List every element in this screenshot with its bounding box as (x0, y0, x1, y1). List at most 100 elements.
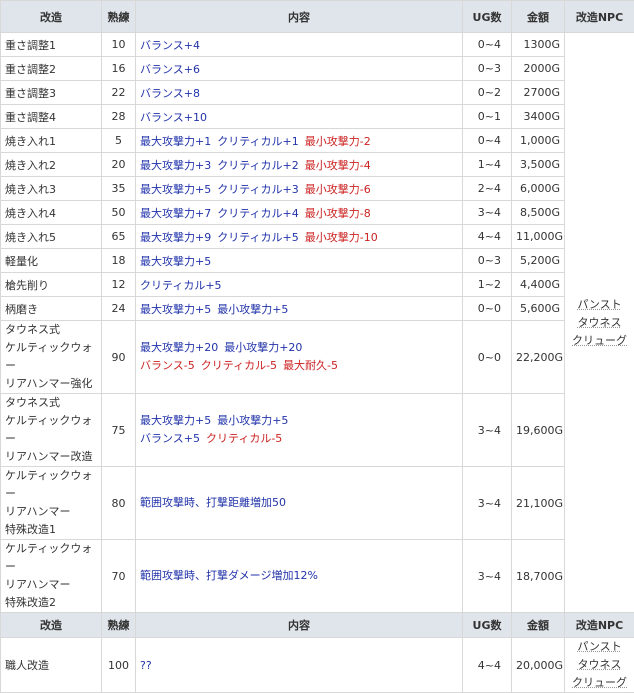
content-part: 最小攻撃力-2 (305, 135, 371, 148)
cell-gold: 18,700G (512, 540, 565, 613)
mod-name-line: リアハンマー (5, 578, 71, 591)
content-part: 範囲攻撃時、打撃ダメージ増加12% (140, 569, 318, 582)
npc-link-2[interactable]: タウネス (578, 316, 622, 329)
cell-ug: 2~4 (463, 177, 512, 201)
mod-name-line: ケルティックウォー (5, 341, 92, 372)
table-body-section2: 改造 熟練 内容 UG数 金額 改造NPC 職人改造 100 ?? 4~4 20… (1, 613, 634, 693)
cell-mod-name: 重さ調整4 (1, 105, 102, 129)
cell-skill: 100 (102, 638, 136, 693)
cell-ug: 0~3 (463, 249, 512, 273)
cell-mod-name: 柄磨き (1, 297, 102, 321)
mod-name-line: 特殊改造2 (5, 596, 56, 609)
cell-ug: 1~2 (463, 273, 512, 297)
table-row: 焼き入れ335最大攻撃力+5クリティカル+3最小攻撃力-62~46,000G (1, 177, 634, 201)
mod-name-line: ケルティックウォー (5, 542, 92, 573)
col-header-ug: UG数 (463, 1, 512, 33)
cell-mod-name: 焼き入れ3 (1, 177, 102, 201)
cell-mod-name: 焼き入れ5 (1, 225, 102, 249)
cell-gold: 22,200G (512, 321, 565, 394)
cell-gold: 8,500G (512, 201, 565, 225)
content-part: バランス+6 (140, 63, 200, 76)
cell-npc: パンストタウネスクリューグ (565, 33, 634, 613)
cell-mod-name: 重さ調整3 (1, 81, 102, 105)
s2-col-header-mod: 改造 (1, 613, 102, 638)
cell-gold: 5,200G (512, 249, 565, 273)
content-part: 最小攻撃力-10 (305, 231, 378, 244)
cell-ug: 0~3 (463, 57, 512, 81)
cell-skill: 70 (102, 540, 136, 613)
cell-content: バランス+4 (136, 33, 463, 57)
table-row: 槍先削り12 クリティカル+5 1~24,400G (1, 273, 634, 297)
content-part: 最大攻撃力+3 (140, 159, 211, 172)
cell-skill: 12 (102, 273, 136, 297)
content-part: クリティカル+1 (217, 135, 299, 148)
cell-ug: 4~4 (463, 638, 512, 693)
mod-name-line: 特殊改造1 (5, 523, 56, 536)
table-row: 焼き入れ450最大攻撃力+7クリティカル+4最小攻撃力-83~48,500G (1, 201, 634, 225)
cell-ug: 0~0 (463, 297, 512, 321)
cell-content: 範囲攻撃時、打撃ダメージ増加12% (136, 540, 463, 613)
cell-gold: 21,100G (512, 467, 565, 540)
table-row: 重さ調整322バランス+80~22700G (1, 81, 634, 105)
content-part: バランス-5 (140, 359, 195, 372)
cell-ug: 3~4 (463, 540, 512, 613)
content-part: クリティカル+5 (140, 279, 222, 292)
cell-content: 範囲攻撃時、打撃距離増加50 (136, 467, 463, 540)
s2-col-header-content: 内容 (136, 613, 463, 638)
cell-mod-name: タウネス式ケルティックウォーリアハンマー強化 (1, 321, 102, 394)
content-part: クリティカル+4 (217, 207, 299, 220)
cell-ug: 3~4 (463, 467, 512, 540)
npc-link-2[interactable]: タウネス (578, 658, 622, 671)
cell-content: 最大攻撃力+5最小攻撃力+5バランス+5クリティカル-5 (136, 394, 463, 467)
cell-mod-name: 焼き入れ1 (1, 129, 102, 153)
content-line: バランス+5クリティカル-5 (140, 430, 458, 448)
content-line: 最大攻撃力+20最小攻撃力+20 (140, 339, 458, 357)
content-part: 最小攻撃力-6 (305, 183, 371, 196)
cell-skill: 80 (102, 467, 136, 540)
table-header-row: 改造 熟練 内容 UG数 金額 改造NPC (1, 1, 634, 33)
table-row: 焼き入れ565最大攻撃力+9クリティカル+5最小攻撃力-104~411,000G (1, 225, 634, 249)
cell-skill: 75 (102, 394, 136, 467)
content-part: 最小攻撃力-8 (305, 207, 371, 220)
content-part: 最小攻撃力+5 (217, 303, 288, 316)
content-part: 最大攻撃力+5 (140, 255, 211, 268)
content-line: 範囲攻撃時、打撃距離増加50 (140, 494, 458, 512)
cell-content: 最大攻撃力+5最小攻撃力+5 (136, 297, 463, 321)
content-part: 最大攻撃力+7 (140, 207, 211, 220)
content-part: 最大攻撃力+1 (140, 135, 211, 148)
cell-ug: 3~4 (463, 201, 512, 225)
table-row: 焼き入れ15最大攻撃力+1クリティカル+1最小攻撃力-20~41,000G (1, 129, 634, 153)
col-header-skill: 熟練 (102, 1, 136, 33)
cell-skill: 10 (102, 33, 136, 57)
mod-name-line: ケルティックウォー (5, 469, 92, 500)
content-part: 最小攻撃力+5 (217, 414, 288, 427)
cell-content: 最大攻撃力+5クリティカル+3最小攻撃力-6 (136, 177, 463, 201)
cell-ug: 0~4 (463, 129, 512, 153)
content-part: クリティカル+5 (217, 231, 299, 244)
col-header-npc: 改造NPC (565, 1, 634, 33)
table-row: 重さ調整428バランス+100~13400G (1, 105, 634, 129)
cell-content: バランス+6 (136, 57, 463, 81)
npc-link-1[interactable]: パンスト (577, 640, 621, 653)
npc-link-3[interactable]: クリューグ (572, 334, 627, 347)
cell-gold: 3,500G (512, 153, 565, 177)
cell-gold: 4,400G (512, 273, 565, 297)
modification-table: 改造 熟練 内容 UG数 金額 改造NPC 重さ調整110バランス+40~413… (0, 0, 634, 693)
cell-mod-name: ケルティックウォーリアハンマー特殊改造1 (1, 467, 102, 540)
table-row: タウネス式ケルティックウォーリアハンマー強化90最大攻撃力+20最小攻撃力+20… (1, 321, 634, 394)
cell-mod-name: 槍先削り (1, 273, 102, 297)
mod-name-line: リアハンマー改造 (5, 450, 93, 463)
content-part: 最大攻撃力+20 (140, 341, 218, 354)
mod-name-line: タウネス式 (5, 396, 60, 409)
table-row: 焼き入れ220最大攻撃力+3クリティカル+2最小攻撃力-41~43,500G (1, 153, 634, 177)
table-body: 重さ調整110バランス+40~41300Gパンストタウネスクリューグ重さ調整21… (1, 33, 634, 613)
cell-gold: 2700G (512, 81, 565, 105)
cell-ug: 0~1 (463, 105, 512, 129)
cell-content: 最大攻撃力+7 クリティカル+4 最小攻撃力-8 (136, 201, 463, 225)
npc-link-1[interactable]: パンスト (577, 298, 621, 311)
cell-skill: 22 (102, 81, 136, 105)
cell-mod-name: ケルティックウォーリアハンマー特殊改造2 (1, 540, 102, 613)
npc-link-3[interactable]: クリューグ (572, 676, 627, 689)
cell-gold: 11,000G (512, 225, 565, 249)
section2-header-row: 改造 熟練 内容 UG数 金額 改造NPC (1, 613, 634, 638)
